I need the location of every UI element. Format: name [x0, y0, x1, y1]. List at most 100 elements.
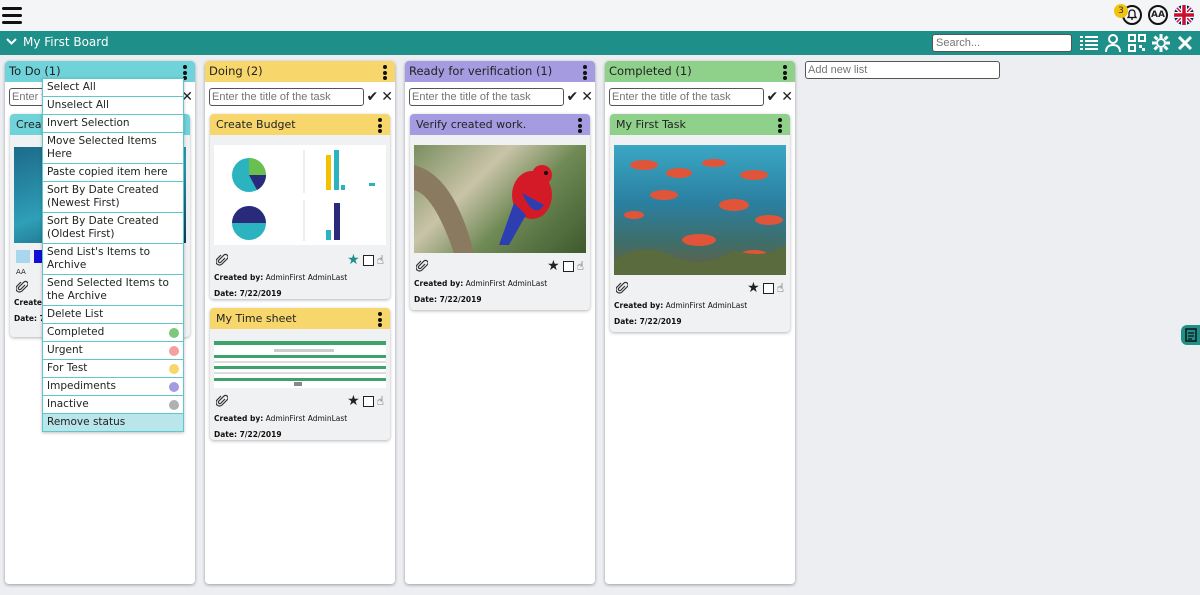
menu-invert-selection[interactable]: Invert Selection: [43, 115, 183, 133]
check-icon[interactable]: ✔: [767, 89, 779, 105]
checkbox-icon[interactable]: [362, 395, 374, 407]
status-impediments[interactable]: Impediments: [43, 378, 183, 396]
kebab-icon[interactable]: [378, 312, 382, 329]
menu-select-all[interactable]: Select All: [43, 79, 183, 97]
user-icon[interactable]: [1104, 33, 1122, 53]
task-card[interactable]: My Time sheet ★ ☝ Created by: AdminFirst…: [210, 308, 390, 440]
star-icon[interactable]: ★: [347, 394, 360, 408]
card-header: My First Task: [610, 114, 790, 135]
list-count: (1): [675, 64, 692, 78]
menu-send-list-archive[interactable]: Send List's Items to Archive: [43, 244, 183, 275]
task-title-input[interactable]: [209, 88, 364, 106]
menu-move-selected-here[interactable]: Move Selected Items Here: [43, 133, 183, 164]
menu-send-selected-archive[interactable]: Send Selected Items to the Archive: [43, 275, 183, 306]
kebab-icon[interactable]: [583, 65, 587, 82]
card-tools: ★ ☝: [410, 259, 590, 275]
list-header[interactable]: Doing (2): [205, 61, 395, 82]
checkbox-icon[interactable]: [562, 260, 574, 272]
list-title: Ready for verification: [409, 64, 533, 78]
top-right-icons: 3 AA: [1114, 4, 1194, 25]
kebab-icon[interactable]: [378, 118, 382, 135]
hand-icon[interactable]: ☝: [377, 394, 384, 408]
status-dot: [169, 400, 179, 410]
status-inactive[interactable]: Inactive: [43, 396, 183, 414]
kebab-icon[interactable]: [778, 118, 782, 135]
list-count: (1): [44, 64, 61, 78]
status-for-test[interactable]: For Test: [43, 360, 183, 378]
menu-paste-copied[interactable]: Paste copied item here: [43, 164, 183, 182]
card-actions: ★ ☝: [747, 281, 784, 295]
paperclip-icon[interactable]: [416, 259, 428, 273]
star-icon[interactable]: ★: [747, 281, 760, 295]
board-title-toggle[interactable]: My First Board: [6, 35, 109, 49]
font-size-icon[interactable]: AA: [1148, 5, 1168, 25]
board-toolbar: [1080, 33, 1194, 53]
check-icon[interactable]: ✔: [567, 89, 579, 105]
list-view-icon[interactable]: [1080, 33, 1098, 53]
paperclip-icon[interactable]: [216, 394, 228, 408]
task-input-row: ✔✕: [409, 88, 593, 106]
task-input-row: ✔✕: [609, 88, 793, 106]
x-icon[interactable]: ✕: [581, 89, 593, 105]
kebab-icon[interactable]: [783, 65, 787, 82]
top-bar: 3 AA: [0, 0, 1200, 31]
card-tools: ★ ☝: [210, 394, 390, 410]
task-title-input[interactable]: [409, 88, 564, 106]
card-title: My First Task: [616, 118, 686, 131]
status-urgent[interactable]: Urgent: [43, 342, 183, 360]
notification-badge: 3: [1114, 4, 1128, 18]
menu-sort-newest[interactable]: Sort By Date Created (Newest First): [43, 182, 183, 213]
checkbox-icon[interactable]: [362, 254, 374, 266]
bell-icon[interactable]: 3: [1114, 4, 1142, 25]
menu-unselect-all[interactable]: Unselect All: [43, 97, 183, 115]
task-title-input[interactable]: [609, 88, 764, 106]
x-icon[interactable]: ✕: [781, 89, 793, 105]
gear-icon[interactable]: [1152, 33, 1170, 53]
uk-flag-icon[interactable]: [1174, 5, 1194, 25]
star-icon[interactable]: ★: [547, 259, 560, 273]
menu-sort-oldest[interactable]: Sort By Date Created (Oldest First): [43, 213, 183, 244]
task-input-row: ✔✕: [209, 88, 393, 106]
list-header[interactable]: Ready for verification (1): [405, 61, 595, 82]
add-list-input[interactable]: [805, 61, 1000, 79]
status-dot: [169, 382, 179, 392]
check-icon[interactable]: ✔: [367, 89, 379, 105]
notes-icon[interactable]: [1181, 325, 1200, 345]
card-created-by: Created by: AdminFirst AdminLast: [214, 414, 348, 423]
x-icon[interactable]: ✕: [381, 89, 393, 105]
kebab-icon[interactable]: [383, 65, 387, 82]
task-card[interactable]: Verify created work. ★ ☝ Created by: Adm…: [410, 114, 590, 310]
star-icon[interactable]: ★: [347, 253, 360, 267]
task-card[interactable]: My First Task ★ ☝ Created by: AdminFirst…: [610, 114, 790, 332]
card-title: Verify created work.: [416, 118, 527, 131]
hand-icon[interactable]: ☝: [377, 253, 384, 267]
close-icon[interactable]: [1176, 33, 1194, 53]
list-ready-for-verification: Ready for verification (1) ✔✕ Verify cre…: [405, 61, 595, 584]
status-dot: [169, 364, 179, 374]
menu-remove-status[interactable]: Remove status: [43, 414, 183, 431]
paperclip-icon[interactable]: [16, 280, 28, 294]
list-count: (1): [535, 64, 553, 78]
list-title: Doing: [209, 64, 243, 78]
card-created-by: Created by: AdminFirst AdminLast: [414, 279, 548, 288]
list-header[interactable]: Completed (1): [605, 61, 795, 82]
card-date: Date: 7/22/2019: [614, 317, 682, 326]
task-card[interactable]: Create Budget ★ ☝ Created by: AdminFirst…: [210, 114, 390, 299]
status-dot: [169, 328, 179, 338]
list-completed: Completed (1) ✔✕ My First Task: [605, 61, 795, 584]
kebab-icon[interactable]: [578, 118, 582, 135]
card-title: Create Budget: [216, 118, 296, 131]
status-completed[interactable]: Completed: [43, 324, 183, 342]
paperclip-icon[interactable]: [616, 281, 628, 295]
hamburger-icon[interactable]: [2, 4, 22, 26]
hand-icon[interactable]: ☝: [777, 281, 784, 295]
card-created-by: Created by: AdminFirst AdminLast: [614, 301, 748, 310]
search-input[interactable]: [932, 34, 1072, 52]
checkbox-icon[interactable]: [762, 282, 774, 294]
card-date: Date: 7/22/2019: [214, 289, 282, 298]
paperclip-icon[interactable]: [216, 253, 228, 267]
qr-icon[interactable]: [1128, 33, 1146, 53]
menu-delete-list[interactable]: Delete List: [43, 306, 183, 324]
card-actions: ★ ☝: [347, 394, 384, 408]
hand-icon[interactable]: ☝: [577, 259, 584, 273]
